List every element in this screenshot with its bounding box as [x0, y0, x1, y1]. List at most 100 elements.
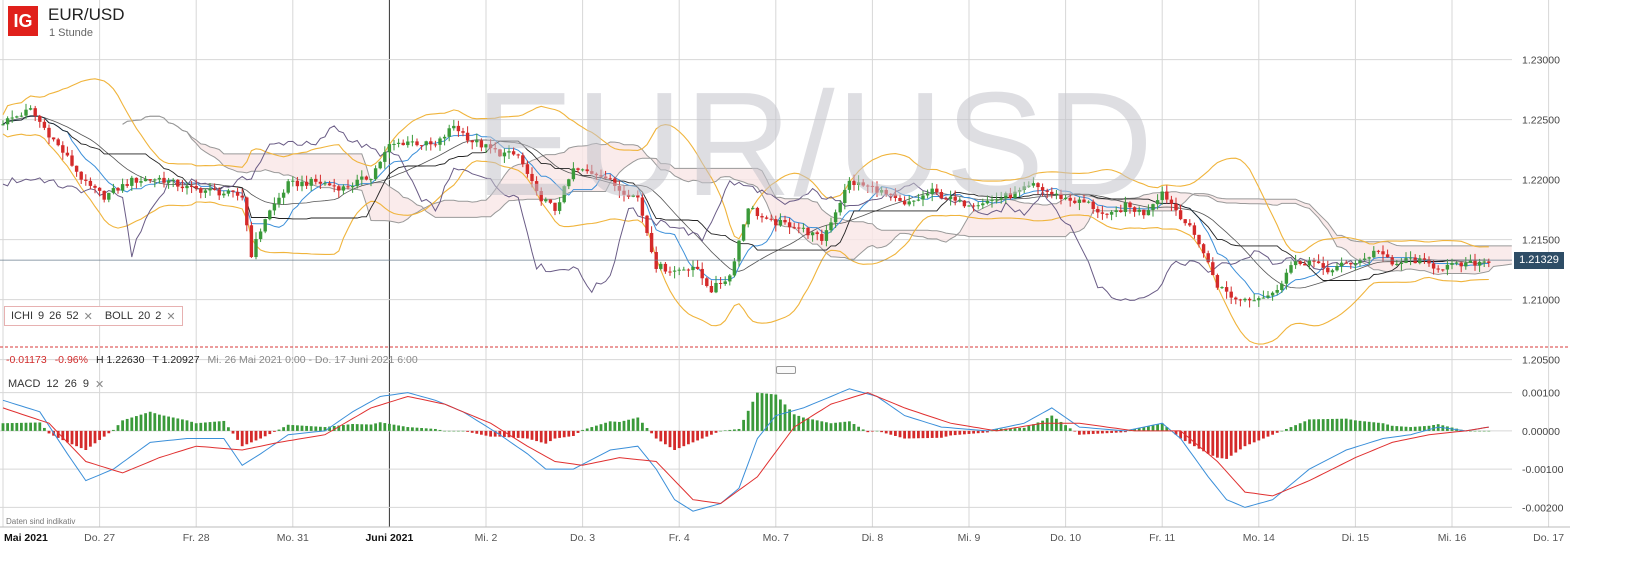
candle-body [1229, 291, 1233, 298]
remove-ichimoku-icon[interactable]: ✕ [84, 310, 93, 323]
macd-histogram-bar [852, 424, 856, 431]
candle-body [79, 171, 83, 180]
macd-histogram-bar [733, 429, 736, 431]
candle-body [1004, 193, 1008, 199]
candle [1192, 222, 1197, 239]
pane-resize-handle[interactable] [776, 366, 796, 374]
macd-histogram-bar [636, 417, 640, 431]
macd-histogram-bar [857, 426, 860, 431]
candle [1105, 213, 1109, 219]
interval-label[interactable]: 1 Stunde [49, 27, 93, 39]
macd-histogram-bar [944, 430, 948, 437]
candle-body [1261, 297, 1266, 299]
candle-body [1220, 287, 1224, 289]
candle [401, 139, 405, 146]
candle-body [143, 179, 148, 182]
candle-body [1367, 257, 1371, 259]
macd-histogram-bar [825, 422, 828, 431]
candle-body [406, 141, 410, 146]
candle [272, 197, 277, 216]
chart-area[interactable]: 1.23000 1.22500 1.22000 1.21500 1.21000 1.205… [0, 0, 1630, 567]
date-axis-label: Fr. 28 [183, 532, 210, 544]
candle [691, 260, 695, 277]
remove-bollinger-icon[interactable]: ✕ [166, 310, 175, 323]
macd-histogram-bar [710, 430, 713, 435]
macd-histogram-bar [240, 430, 244, 447]
macd-histogram-bar [861, 429, 865, 431]
candle-body [452, 125, 456, 129]
candle-body [783, 220, 787, 223]
candle [74, 165, 79, 177]
macd-histogram-bar [677, 430, 681, 449]
macd-histogram-bar [190, 421, 193, 431]
candle-body [1487, 261, 1491, 263]
macd-histogram-bar [1022, 427, 1026, 431]
candle-body [1031, 183, 1036, 186]
candle-body [1188, 223, 1192, 226]
candle-body [990, 199, 994, 201]
candle-body [567, 179, 571, 187]
candle [760, 213, 764, 223]
indicator-legend: ICHI 9 26 52 ✕ BOLL 20 2 ✕ [4, 306, 183, 326]
macd-histogram-bar [369, 424, 373, 431]
candle-body [677, 269, 681, 271]
candle-body [208, 188, 212, 191]
macd-histogram-bar [43, 427, 46, 431]
ichimoku-tenkan [2, 115, 1489, 299]
candle [61, 141, 65, 160]
candle-body [1390, 257, 1394, 265]
candle-body [645, 215, 649, 233]
candle-body [1335, 266, 1339, 271]
candle-body [1399, 262, 1404, 264]
chart-svg[interactable]: 1.23000 1.22500 1.22000 1.21500 1.21000 1.205… [0, 0, 1630, 567]
candle-body [433, 144, 438, 146]
candle-body [318, 181, 323, 184]
macd-histogram-bar [208, 422, 212, 431]
candle-body [728, 275, 732, 282]
macd-histogram-bar [608, 421, 612, 431]
candle-body [447, 128, 451, 137]
candle [884, 187, 888, 197]
macd-legend[interactable]: MACD 12 26 9 ✕ [8, 378, 104, 391]
macd-histogram-bar [1096, 430, 1100, 434]
change-value: -0.01173 [6, 354, 47, 366]
macd-histogram-bar [1216, 430, 1219, 458]
candle-body [1376, 250, 1381, 252]
candle-body [1192, 225, 1197, 235]
candle [649, 226, 654, 254]
candle-body [378, 161, 382, 169]
candle-body [833, 212, 838, 223]
macd-histogram-bar [544, 430, 548, 444]
macd-histogram-bar [93, 430, 97, 444]
candle-body [203, 190, 208, 193]
instrument-title[interactable]: EUR/USD [48, 5, 125, 25]
candle-body [15, 116, 19, 118]
bollinger-indicator[interactable]: BOLL 20 2 ✕ [99, 310, 182, 323]
candle-body [879, 189, 884, 193]
candle [433, 140, 438, 148]
candle [291, 176, 295, 187]
candle [718, 277, 723, 289]
macd-histogram-bar [834, 422, 837, 431]
candle-body [525, 164, 530, 174]
ichimoku-indicator[interactable]: ICHI 9 26 52 ✕ [5, 310, 99, 323]
candle [406, 136, 410, 148]
candle-body [1096, 208, 1100, 213]
macd-histogram-bar [581, 429, 584, 431]
macd-histogram-bar [659, 430, 663, 442]
candle-body [1408, 257, 1413, 259]
macd-histogram-bar [1487, 430, 1491, 432]
macd-histogram-bar [783, 404, 787, 431]
candle-body [360, 176, 364, 180]
candle-body [764, 217, 769, 219]
macd-histogram-bar [650, 430, 653, 434]
remove-macd-icon[interactable]: ✕ [95, 378, 104, 391]
candle [180, 180, 185, 192]
candle-body [700, 268, 704, 279]
candle-body [1464, 262, 1468, 267]
candle [1197, 234, 1201, 248]
candle [1349, 262, 1353, 270]
candle-body [935, 188, 939, 193]
candle [1330, 268, 1335, 276]
candle [553, 202, 557, 216]
